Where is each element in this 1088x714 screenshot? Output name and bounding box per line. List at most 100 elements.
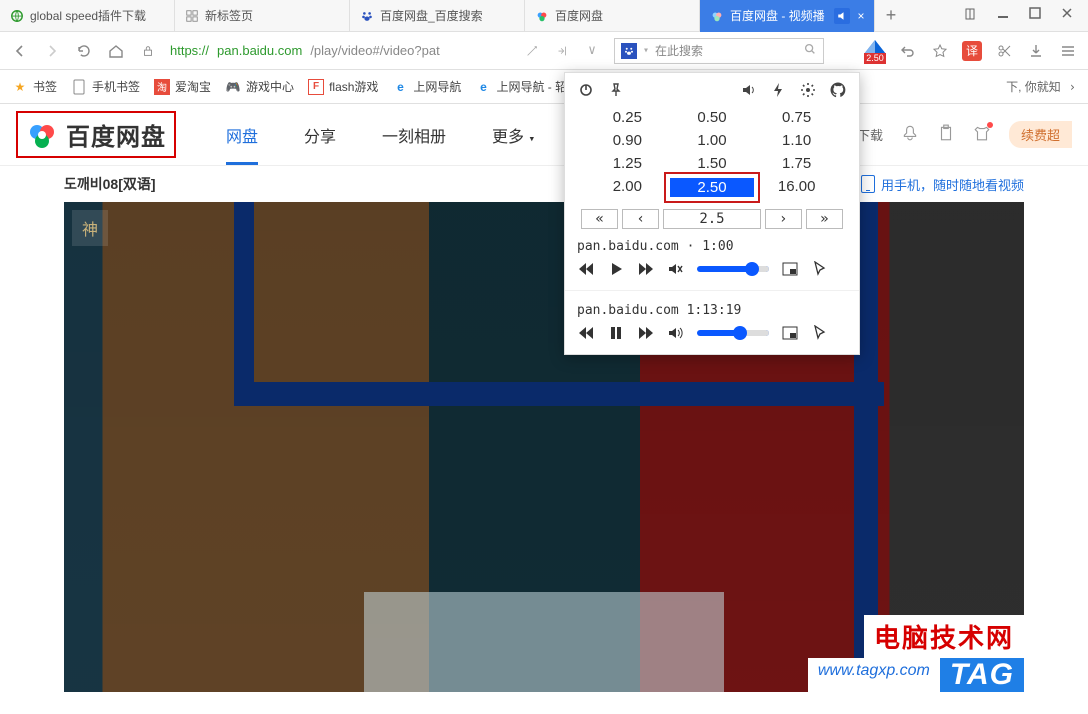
url-dropdown-icon[interactable]: ∨ xyxy=(582,41,602,61)
nav-album[interactable]: 一刻相册 xyxy=(382,123,446,147)
fast-forward-icon[interactable] xyxy=(637,260,655,278)
speed-option[interactable]: 0.75 xyxy=(754,109,839,126)
video-player[interactable]: 神 电脑技术网 www.tagxp.com TAG xyxy=(64,202,1024,692)
new-tab-button[interactable]: + xyxy=(875,5,907,26)
wand-icon[interactable] xyxy=(522,41,542,61)
speed-option[interactable]: 0.90 xyxy=(585,132,670,149)
search-icon[interactable] xyxy=(803,42,817,59)
speed-option[interactable]: 1.10 xyxy=(754,132,839,149)
step-value[interactable]: 2.5 xyxy=(663,209,760,229)
speed-option[interactable]: 1.50 xyxy=(670,155,755,172)
tab-global-speed[interactable]: global speed插件下载 xyxy=(0,0,175,32)
volume-slider[interactable] xyxy=(697,330,769,336)
url-input[interactable]: https://pan.baidu.com/play/video#/video?… xyxy=(170,38,510,64)
bookmark-flash[interactable]: Fflash游戏 xyxy=(308,78,378,95)
nav-disk[interactable]: 网盘 xyxy=(226,123,258,147)
bell-icon[interactable] xyxy=(901,124,919,145)
fast-forward-icon[interactable] xyxy=(637,324,655,342)
globe-icon xyxy=(10,9,24,23)
translate-extension-icon[interactable]: 译 xyxy=(962,41,982,61)
search-engine-icon[interactable] xyxy=(621,43,637,59)
bookmark-overflow[interactable]: 下, 你就知› xyxy=(1006,78,1076,95)
tab-close-icon[interactable]: × xyxy=(854,9,868,23)
favorite-icon[interactable] xyxy=(930,41,950,61)
rewind-icon[interactable] xyxy=(577,324,595,342)
volume-slider[interactable] xyxy=(697,266,769,272)
rewind-icon[interactable] xyxy=(577,260,595,278)
power-icon[interactable] xyxy=(577,81,595,99)
mute-icon[interactable] xyxy=(667,260,685,278)
tab-new[interactable]: 新标签页 xyxy=(175,0,350,32)
home-icon[interactable] xyxy=(106,41,126,61)
tab-baidu-pan[interactable]: 百度网盘 xyxy=(525,0,700,32)
search-engine-dropdown-icon[interactable]: ▾ xyxy=(643,45,649,56)
tab-label: 百度网盘 xyxy=(555,7,603,24)
speed-option-selected[interactable]: 2.50 xyxy=(670,178,755,197)
baidu-paw-icon xyxy=(360,9,374,23)
play-icon[interactable] xyxy=(607,260,625,278)
pause-icon[interactable] xyxy=(607,324,625,342)
undo-icon[interactable] xyxy=(898,41,918,61)
menu-icon[interactable] xyxy=(1058,41,1078,61)
tshirt-icon[interactable] xyxy=(973,124,991,145)
pan-header-right: 端下载 续费超 xyxy=(844,121,1072,148)
watermark-url: www.tagxp.com xyxy=(808,658,940,692)
gear-icon[interactable] xyxy=(799,81,817,99)
watch-on-mobile-link[interactable]: 用手机，随时随地看视频 xyxy=(861,175,1024,194)
pip-icon[interactable] xyxy=(781,260,799,278)
baidu-pan-icon xyxy=(535,9,549,23)
scissors-icon[interactable] xyxy=(994,41,1014,61)
speed-badge-value: 2.50 xyxy=(864,53,886,64)
speed-option[interactable]: 2.00 xyxy=(585,178,670,197)
speed-option[interactable]: 1.75 xyxy=(754,155,839,172)
close-window-icon[interactable] xyxy=(1060,6,1074,25)
pan-logo[interactable]: 百度网盘 xyxy=(16,111,176,158)
speed-option[interactable]: 16.00 xyxy=(754,178,839,197)
bookmark-star[interactable]: ★书签 xyxy=(12,78,57,95)
minimize-icon[interactable] xyxy=(996,6,1010,25)
step-back[interactable]: ‹ xyxy=(622,209,659,229)
step-back-fast[interactable]: « xyxy=(581,209,618,229)
github-icon[interactable] xyxy=(829,81,847,99)
step-forward-fast[interactable]: » xyxy=(806,209,843,229)
volume-icon[interactable] xyxy=(667,324,685,342)
tab-audio-icon[interactable] xyxy=(834,8,850,24)
speed-option[interactable]: 1.00 xyxy=(670,132,755,149)
nav-more[interactable]: 更多 ▾ xyxy=(492,123,535,147)
cursor-icon[interactable] xyxy=(811,324,829,342)
chevron-down-icon: ▾ xyxy=(529,132,536,145)
tab-baidu-search[interactable]: 百度网盘_百度搜索 xyxy=(350,0,525,32)
bookmark-mobile[interactable]: 手机书签 xyxy=(71,78,140,95)
speed-option[interactable]: 0.50 xyxy=(670,109,755,126)
maximize-icon[interactable] xyxy=(1028,6,1042,25)
browser-tab-strip: global speed插件下载 新标签页 百度网盘_百度搜索 百度网盘 百度网… xyxy=(0,0,1088,32)
gs-media-1: pan.baidu.com · 1:00 xyxy=(565,231,859,280)
download-icon[interactable] xyxy=(1026,41,1046,61)
pin-icon[interactable] xyxy=(607,81,625,99)
step-forward[interactable]: › xyxy=(765,209,802,229)
bookmark-game[interactable]: 🎮游戏中心 xyxy=(225,78,294,95)
wardrobe-icon[interactable] xyxy=(962,6,978,25)
clipboard-icon[interactable] xyxy=(937,124,955,145)
nav-share[interactable]: 分享 xyxy=(304,123,336,147)
lock-icon[interactable] xyxy=(138,41,158,61)
vip-renew-button[interactable]: 续费超 xyxy=(1009,121,1072,148)
speed-option[interactable]: 1.25 xyxy=(585,155,670,172)
bookmark-taobao[interactable]: 淘爱淘宝 xyxy=(154,78,211,95)
share-icon[interactable] xyxy=(552,41,572,61)
bolt-icon[interactable] xyxy=(769,81,787,99)
watermark-tag: TAG xyxy=(940,658,1024,692)
cursor-icon[interactable] xyxy=(811,260,829,278)
back-icon[interactable] xyxy=(10,41,30,61)
search-input[interactable]: ▾ 在此搜索 xyxy=(614,38,824,64)
tab-baidu-pan-video[interactable]: 百度网盘 - 视频播 × xyxy=(700,0,875,32)
global-speed-extension-icon[interactable]: 2.50 xyxy=(864,40,886,62)
tab-label: global speed插件下载 xyxy=(30,7,146,24)
bookmark-nav2[interactable]: e上网导航 - 轺 xyxy=(475,78,567,95)
pip-icon[interactable] xyxy=(781,324,799,342)
speed-option[interactable]: 0.25 xyxy=(585,109,670,126)
forward-icon[interactable] xyxy=(42,41,62,61)
reload-icon[interactable] xyxy=(74,41,94,61)
volume-icon[interactable] xyxy=(739,81,757,99)
bookmark-nav1[interactable]: e上网导航 xyxy=(392,78,461,95)
